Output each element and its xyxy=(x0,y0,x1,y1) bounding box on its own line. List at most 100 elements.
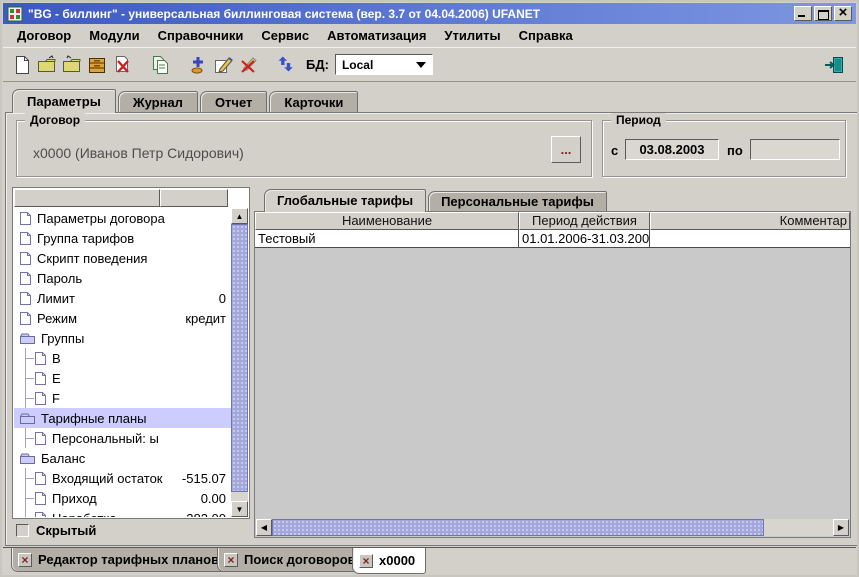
menu-item-3[interactable]: Сервис xyxy=(252,26,318,45)
tab-tariff-0[interactable]: Глобальные тарифы xyxy=(264,189,426,212)
menu-item-1[interactable]: Модули xyxy=(80,26,148,45)
bottom-tab-label: Редактор тарифных планов xyxy=(38,552,219,567)
tab-main-0[interactable]: Параметры xyxy=(12,89,116,113)
tree-item[interactable]: Пароль xyxy=(14,268,231,288)
tab-main-2[interactable]: Отчет xyxy=(200,91,267,113)
scroll-up-icon[interactable] xyxy=(231,208,248,224)
minimize-icon[interactable] xyxy=(794,6,812,21)
table-cell-1: 01.01.2006-31.03.2006 xyxy=(519,230,650,247)
open-folder-icon[interactable] xyxy=(59,52,84,78)
table-row[interactable]: Тестовый01.01.2006-31.03.2006 xyxy=(255,230,850,248)
table-cell-2 xyxy=(650,230,850,247)
window-title: "BG - биллинг" - универсальная биллингов… xyxy=(28,7,794,21)
scroll-thumb[interactable] xyxy=(231,224,248,492)
tree-item[interactable]: Скрипт поведения xyxy=(14,248,231,268)
add-record-icon[interactable] xyxy=(185,52,210,78)
close-icon[interactable] xyxy=(834,6,852,21)
tab-main-1[interactable]: Журнал xyxy=(118,91,198,113)
card-index-icon[interactable] xyxy=(84,52,109,78)
column-header-0[interactable]: Наименование xyxy=(255,212,519,230)
tree-item-label: Входящий остаток xyxy=(52,471,163,486)
tree-item-value: кредит xyxy=(185,311,231,326)
folder-icon xyxy=(19,332,36,345)
tree-item[interactable]: E xyxy=(14,368,231,388)
tree-item[interactable]: Наработка283.00 xyxy=(14,508,231,517)
menu-item-6[interactable]: Справка xyxy=(510,26,582,45)
bottom-tab-2[interactable]: x0000 xyxy=(352,548,426,574)
tab-tariff-1[interactable]: Персональные тарифы xyxy=(428,191,607,212)
column-header-2[interactable]: Комментар xyxy=(650,212,850,230)
tree-item[interactable]: Параметры договора xyxy=(14,208,231,228)
bottom-tab-label: Поиск договоров xyxy=(244,552,356,567)
folder-icon xyxy=(19,412,36,425)
browse-contract-button[interactable]: ... xyxy=(551,136,581,163)
delete-record-icon[interactable] xyxy=(235,52,260,78)
menu-item-0[interactable]: Договор xyxy=(8,26,80,45)
tree-item-label: Группы xyxy=(41,331,84,346)
period-to-label: по xyxy=(727,143,743,158)
document-icon xyxy=(34,391,47,406)
tree-item[interactable]: Группы xyxy=(14,328,231,348)
hidden-checkbox[interactable] xyxy=(16,524,29,537)
toolbar: БД: Local xyxy=(3,47,856,82)
tree-connector xyxy=(19,488,34,508)
close-tab-icon[interactable] xyxy=(224,553,238,567)
tree-item[interactable]: F xyxy=(14,388,231,408)
copy-document-icon[interactable] xyxy=(147,52,172,78)
period-from-field[interactable]: 03.08.2003 xyxy=(625,139,719,160)
bottom-tab-0[interactable]: Редактор тарифных планов xyxy=(11,548,230,572)
tree-item[interactable]: Группа тарифов xyxy=(14,228,231,248)
document-icon xyxy=(19,251,32,266)
tree-scrollbar[interactable] xyxy=(231,208,248,517)
tariff-table-panel: НаименованиеПериод действияКомментар Тес… xyxy=(254,211,851,538)
scroll-right-icon[interactable] xyxy=(833,519,849,536)
period-to-field[interactable] xyxy=(750,139,840,160)
bottom-tab-label: x0000 xyxy=(379,553,415,568)
refresh-icon[interactable] xyxy=(273,52,298,78)
edit-record-icon[interactable] xyxy=(210,52,235,78)
column-header-1[interactable]: Период действия xyxy=(519,212,650,230)
menu-item-2[interactable]: Справочники xyxy=(149,26,253,45)
scroll-down-icon[interactable] xyxy=(231,501,248,517)
bottom-tab-1[interactable]: Поиск договоров xyxy=(217,548,367,572)
tariff-tab-strip: Глобальные тарифыПерсональные тарифы xyxy=(264,189,609,212)
scroll-left-icon[interactable] xyxy=(256,519,272,536)
exit-icon[interactable] xyxy=(821,52,846,78)
open-contract-icon[interactable] xyxy=(34,52,59,78)
close-tab-icon[interactable] xyxy=(18,553,32,567)
close-tab-icon[interactable] xyxy=(359,554,373,568)
tree-item-label: Группа тарифов xyxy=(37,231,134,246)
contract-tree: Параметры договора Группа тарифов Скрипт п… xyxy=(14,208,231,517)
tree-header-value[interactable] xyxy=(160,189,228,207)
tree-item-label: Режим xyxy=(37,311,77,326)
document-icon xyxy=(34,371,47,386)
tree-header-name[interactable] xyxy=(14,189,160,207)
tree-item-label: Пароль xyxy=(37,271,82,286)
contract-groupbox: Договор х0000 (Иванов Петр Сидорович) ..… xyxy=(16,120,592,177)
delete-document-icon[interactable] xyxy=(109,52,134,78)
tree-item[interactable]: Баланс xyxy=(14,448,231,468)
tree-item[interactable]: Тарифные планы xyxy=(14,408,231,428)
folder-icon xyxy=(19,452,36,465)
tree-item[interactable]: Режим кредит xyxy=(14,308,231,328)
tree-item[interactable]: B xyxy=(14,348,231,368)
tree-item[interactable]: Входящий остаток-515.07 xyxy=(14,468,231,488)
tree-item[interactable]: Приход0.00 xyxy=(14,488,231,508)
tree-item[interactable]: Персональный: ы xyxy=(14,428,231,448)
tree-item[interactable]: Лимит0 xyxy=(14,288,231,308)
title-bar: "BG - биллинг" - универсальная биллингов… xyxy=(3,3,856,24)
table-h-scrollbar[interactable] xyxy=(256,519,849,536)
period-groupbox: Период с 03.08.2003 по xyxy=(602,120,846,177)
scroll-thumb[interactable] xyxy=(272,519,764,536)
db-select[interactable]: Local xyxy=(335,54,433,75)
hidden-checkbox-row[interactable]: Скрытый xyxy=(16,523,96,538)
menu-item-4[interactable]: Автоматизация xyxy=(318,26,435,45)
menu-item-5[interactable]: Утилиты xyxy=(435,26,509,45)
period-from-label: с xyxy=(611,143,618,158)
db-label: БД: xyxy=(306,57,329,72)
db-select-value: Local xyxy=(342,58,373,72)
new-document-icon[interactable] xyxy=(9,52,34,78)
document-icon xyxy=(19,311,32,326)
tab-main-3[interactable]: Карточки xyxy=(269,91,358,113)
maximize-icon[interactable] xyxy=(814,6,832,21)
